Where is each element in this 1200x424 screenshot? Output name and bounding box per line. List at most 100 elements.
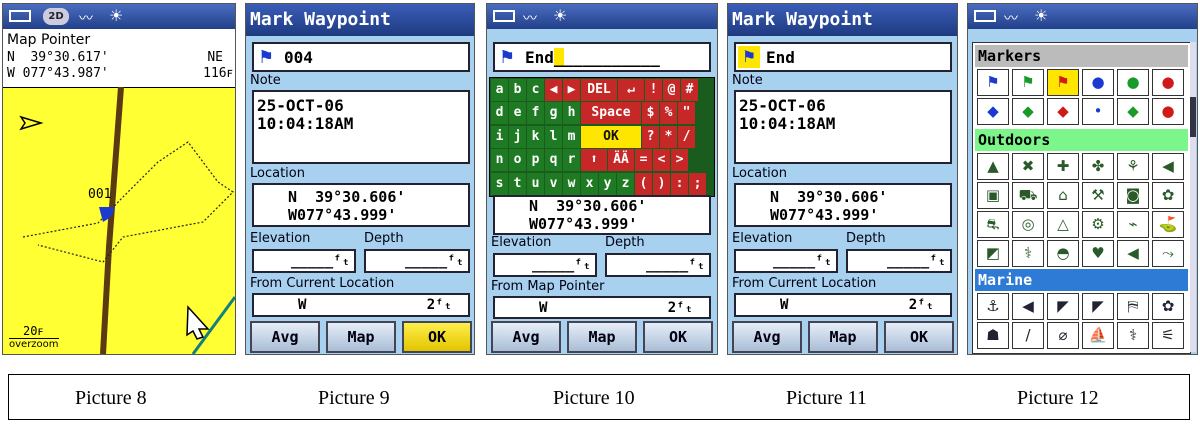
key-1-4[interactable]: h xyxy=(563,102,580,125)
key-3-1[interactable]: o xyxy=(509,149,526,172)
waypoint-name-field[interactable]: ⚑ 004 xyxy=(252,42,470,72)
symbol-outdoor-row3-2-icon[interactable]: △ xyxy=(1047,211,1079,238)
symbol-marine-row1-2-icon[interactable]: ◤ xyxy=(1047,293,1079,320)
symbol-marine-row1-1-icon[interactable]: ◀ xyxy=(1012,293,1044,320)
key-1-8[interactable]: " xyxy=(678,102,695,125)
key-1-5[interactable]: Space xyxy=(581,102,641,125)
symbol-outdoor-row4-0-icon[interactable]: ◩ xyxy=(977,240,1009,267)
key-0-7[interactable]: ! xyxy=(645,79,662,101)
key-3-6[interactable]: ÄÄ xyxy=(608,149,634,172)
key-0-3[interactable]: ◀ xyxy=(545,79,562,101)
symbol-outdoor-row4-3-icon[interactable]: ♥ xyxy=(1082,240,1114,267)
key-2-2[interactable]: k xyxy=(527,125,544,148)
key-4-5[interactable]: x xyxy=(581,172,598,195)
avg-button[interactable]: Avg xyxy=(250,321,320,353)
symbol-outdoor-row1-4-icon[interactable]: ⚘ xyxy=(1117,153,1149,180)
key-4-8[interactable]: ( xyxy=(635,172,652,195)
key-4-11[interactable]: ; xyxy=(689,172,706,195)
key-2-1[interactable]: j xyxy=(509,125,526,148)
key-4-7[interactable]: z xyxy=(617,172,634,195)
key-4-10[interactable]: : xyxy=(671,172,688,195)
symbol-outdoor-row3-3-icon[interactable]: ⚙ xyxy=(1082,211,1114,238)
symbol-outdoor-row2-0-icon[interactable]: ▣ xyxy=(977,182,1009,209)
symbol-markers-row2-3-icon[interactable]: • xyxy=(1082,98,1114,125)
key-3-7[interactable]: = xyxy=(635,149,652,172)
symbol-marine-row1-3-icon[interactable]: ◤ xyxy=(1082,293,1114,320)
symbol-markers-row2-0-icon[interactable]: ◆ xyxy=(977,98,1009,125)
symbol-outdoor-row1-2-icon[interactable]: ✚ xyxy=(1047,153,1079,180)
key-4-1[interactable]: t xyxy=(509,172,526,195)
symbol-markers-row1-4-icon[interactable]: ● xyxy=(1117,69,1149,96)
key-3-3[interactable]: q xyxy=(545,149,562,172)
symbol-outdoor-row1-0-icon[interactable]: ▲ xyxy=(977,153,1009,180)
key-1-0[interactable]: d xyxy=(491,102,508,125)
key-3-9[interactable]: > xyxy=(671,149,688,172)
key-4-2[interactable]: u xyxy=(527,172,544,195)
key-0-4[interactable]: ▶ xyxy=(563,79,580,101)
symbol-outdoor-row2-5-icon[interactable]: ✿ xyxy=(1152,182,1184,209)
symbol-marine-row2-2-icon[interactable]: ⌀ xyxy=(1047,322,1079,349)
key-0-1[interactable]: b xyxy=(509,79,526,101)
key-1-6[interactable]: $ xyxy=(642,102,659,125)
symbol-outdoor-row1-5-icon[interactable]: ◀ xyxy=(1152,153,1184,180)
key-0-0[interactable]: a xyxy=(491,79,508,101)
symbol-markers-row1-0-icon[interactable]: ⚑ xyxy=(977,69,1009,96)
key-0-9[interactable]: # xyxy=(681,79,698,101)
key-0-5[interactable]: DEL xyxy=(581,79,617,101)
note-field[interactable]: 25-OCT-06 10:04:18AM xyxy=(252,90,470,164)
symbol-marine-row1-0-icon[interactable]: ⚓ xyxy=(977,293,1009,320)
avg-button[interactable]: Avg xyxy=(491,321,561,353)
depth-field[interactable]: _____ᶠₜ xyxy=(364,249,470,273)
symbol-outdoor-row4-5-icon[interactable]: ⤳ xyxy=(1152,240,1184,267)
symbol-marine-row2-0-icon[interactable]: ☗ xyxy=(977,322,1009,349)
symbol-markers-row2-5-icon[interactable]: ● xyxy=(1152,98,1184,125)
waypoint-name-field[interactable]: ⚑ End xyxy=(734,42,952,72)
symbol-outdoor-row4-2-icon[interactable]: ◓ xyxy=(1047,240,1079,267)
scrollbar[interactable] xyxy=(1190,42,1196,352)
key-1-7[interactable]: % xyxy=(660,102,677,125)
elevation-field[interactable]: _____ᶠₜ xyxy=(493,253,597,277)
key-3-4[interactable]: r xyxy=(563,149,580,172)
key-4-6[interactable]: y xyxy=(599,172,616,195)
key-4-9[interactable]: ) xyxy=(653,172,670,195)
symbol-outdoor-row2-1-icon[interactable]: ⛟ xyxy=(1012,182,1044,209)
map-button[interactable]: Map xyxy=(326,321,396,353)
ok-button[interactable]: OK xyxy=(402,321,472,353)
symbol-outdoor-row2-2-icon[interactable]: ⌂ xyxy=(1047,182,1079,209)
ok-button[interactable]: OK xyxy=(884,321,954,353)
map-button[interactable]: Map xyxy=(808,321,878,353)
symbol-marine-row1-4-icon[interactable]: ⛿ xyxy=(1117,293,1149,320)
key-4-4[interactable]: w xyxy=(563,172,580,195)
symbol-markers-row2-2-icon[interactable]: ◆ xyxy=(1047,98,1079,125)
symbol-outdoor-row3-0-icon[interactable]: ⛐ xyxy=(977,211,1009,238)
location-field[interactable]: N 39°30.606' W077°43.999' xyxy=(493,195,711,235)
key-0-8[interactable]: @ xyxy=(663,79,680,101)
ok-button[interactable]: OK xyxy=(643,321,713,353)
key-2-6[interactable]: ? xyxy=(642,125,659,148)
key-1-1[interactable]: e xyxy=(509,102,526,125)
elevation-field[interactable]: _____ᶠₜ xyxy=(252,249,356,273)
symbol-markers-row1-5-icon[interactable]: ● xyxy=(1152,69,1184,96)
avg-button[interactable]: Avg xyxy=(732,321,802,353)
location-field[interactable]: N 39°30.606' W077°43.999' xyxy=(734,183,952,227)
symbol-marine-row2-1-icon[interactable]: / xyxy=(1012,322,1044,349)
symbol-outdoor-row3-1-icon[interactable]: ◎ xyxy=(1012,211,1044,238)
elevation-field[interactable]: _____ᶠₜ xyxy=(734,249,838,273)
key-1-3[interactable]: g xyxy=(545,102,562,125)
key-2-4[interactable]: m xyxy=(563,125,580,148)
symbol-marine-row2-4-icon[interactable]: ⚕ xyxy=(1117,322,1149,349)
symbol-markers-row2-1-icon[interactable]: ◆ xyxy=(1012,98,1044,125)
key-3-2[interactable]: p xyxy=(527,149,544,172)
key-2-7[interactable]: * xyxy=(660,125,677,148)
symbol-outdoor-row1-3-icon[interactable]: ✤ xyxy=(1082,153,1114,180)
key-2-0[interactable]: i xyxy=(491,125,508,148)
symbol-markers-row1-1-icon[interactable]: ⚑ xyxy=(1012,69,1044,96)
key-3-0[interactable]: n xyxy=(491,149,508,172)
symbol-marine-row2-5-icon[interactable]: ⚟ xyxy=(1152,322,1184,349)
key-2-8[interactable]: / xyxy=(678,125,695,148)
key-2-3[interactable]: l xyxy=(545,125,562,148)
key-0-6[interactable]: ↵ xyxy=(618,79,644,101)
key-3-5[interactable]: ⬆ xyxy=(581,149,607,172)
key-4-3[interactable]: v xyxy=(545,172,562,195)
symbol-markers-row1-3-icon[interactable]: ● xyxy=(1082,69,1114,96)
